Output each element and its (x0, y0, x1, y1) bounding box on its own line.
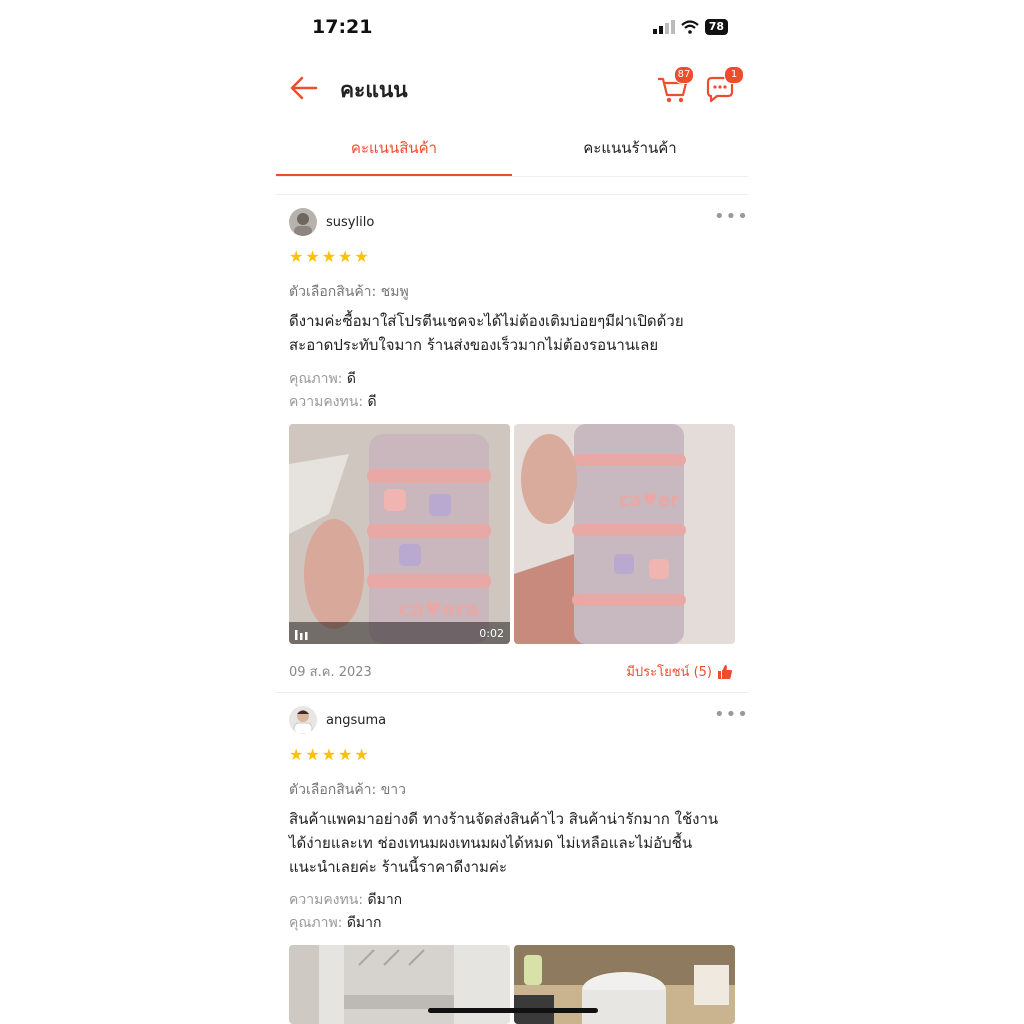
review-attribute: คุณภาพ: ดี (289, 368, 356, 390)
review-text-line: สะอาดประทับใจมาก ร้านส่งของเร็วมากไม่ต้อ… (289, 336, 659, 354)
review-date: 09 ส.ค. 2023 (289, 665, 372, 680)
status-time: 17:21 (312, 16, 373, 38)
video-icon (295, 630, 308, 640)
product-variant: ตัวเลือกสินค้า: ขาว (289, 782, 407, 798)
avatar[interactable] (289, 706, 317, 734)
page-title: คะแนน (340, 78, 408, 102)
review-text: ดีงามค่ะซื้อมาใส่โปรตีนเชคจะได้ไม่ต้องเต… (289, 309, 737, 357)
more-options-button[interactable]: ••• (714, 706, 748, 724)
star-rating: ★ ★ ★ ★ ★ (289, 747, 369, 763)
review-text: สินค้าแพคมาอย่างดี ทางร้านจัดส่งสินค้าไว… (289, 807, 737, 879)
attribute-label: คุณภาพ: (289, 915, 343, 931)
phone-screen: 17:21 78 คะแนน 87 1 คะแนนสินค้า คะแนนร้า… (276, 0, 748, 1024)
star-icon: ★ (289, 745, 304, 764)
review-attribute: ความคงทน: ดี (289, 391, 377, 413)
arrow-left-icon (290, 76, 318, 100)
review-text-line: ได้ง่ายและเท ช่องเทนมผงเทนมผงได้หมด ไม่เ… (289, 834, 693, 852)
cart-count-badge: 87 (674, 66, 694, 84)
status-bar: 17:21 78 (276, 0, 748, 56)
attribute-label: ความคงทน: (289, 394, 364, 410)
star-icon: ★ (354, 247, 369, 266)
tab-shop-rating[interactable]: คะแนนร้านค้า (512, 128, 748, 174)
review-text-line: สินค้าแพคมาอย่างดี ทางร้านจัดส่งสินค้าไว… (289, 810, 719, 828)
cart-button[interactable]: 87 (656, 66, 694, 106)
avatar-image (289, 208, 317, 236)
review-photo-thumbnail[interactable]: ca♥er (514, 424, 735, 644)
review-photo-image: ca♥er (514, 424, 735, 644)
video-overlay-bar (289, 622, 510, 644)
tab-product-rating[interactable]: คะแนนสินค้า (276, 128, 512, 176)
chat-button[interactable]: 1 (704, 66, 744, 106)
star-icon: ★ (338, 247, 353, 266)
review-text-line: แนะนำเลยค่ะ ร้านนี้ราคาดีงามค่ะ (289, 858, 508, 876)
divider (276, 194, 748, 195)
star-icon: ★ (354, 745, 369, 764)
divider (276, 692, 748, 693)
attribute-value: ดี (367, 394, 377, 410)
attribute-label: คุณภาพ: (289, 371, 343, 387)
star-icon: ★ (305, 745, 320, 764)
video-thumbnail-image: ca♥era (289, 424, 510, 644)
cellular-signal-icon (652, 20, 675, 34)
wifi-icon (680, 20, 699, 34)
attribute-value: ดีมาก (367, 892, 403, 908)
home-indicator (428, 1008, 598, 1013)
review-tabs: คะแนนสินค้า คะแนนร้านค้า (276, 128, 748, 177)
review-video-thumbnail[interactable]: ca♥era 0:02 (289, 424, 510, 644)
avatar[interactable] (289, 208, 317, 236)
status-icons: 78 (652, 19, 728, 35)
thumbs-up-icon (718, 664, 732, 679)
star-rating: ★ ★ ★ ★ ★ (289, 249, 369, 265)
avatar-image (289, 706, 317, 734)
chat-count-badge: 1 (724, 66, 744, 84)
back-button[interactable] (288, 72, 320, 104)
star-icon: ★ (321, 745, 337, 764)
reviewer-username[interactable]: susylilo (326, 215, 374, 230)
product-variant: ตัวเลือกสินค้า: ชมพู (289, 284, 409, 300)
battery-indicator: 78 (704, 19, 728, 35)
more-options-button[interactable]: ••• (714, 208, 748, 226)
attribute-value: ดีมาก (346, 915, 382, 931)
helpful-label: มีประโยชน์ (5) (626, 665, 712, 680)
video-duration: 0:02 (479, 627, 504, 640)
svg-text:ca♥er: ca♥er (619, 490, 679, 511)
helpful-button[interactable]: มีประโยชน์ (5) (626, 661, 732, 682)
review-attribute: คุณภาพ: ดีมาก (289, 912, 382, 934)
attribute-label: ความคงทน: (289, 892, 364, 908)
svg-text:ca♥era: ca♥era (399, 597, 479, 621)
app-header: คะแนน 87 1 (276, 60, 748, 116)
star-icon: ★ (338, 745, 353, 764)
attribute-value: ดี (346, 371, 356, 387)
review-attribute: ความคงทน: ดีมาก (289, 889, 402, 911)
reviewer-username[interactable]: angsuma (326, 713, 386, 728)
star-icon: ★ (305, 247, 320, 266)
star-icon: ★ (321, 247, 337, 266)
review-text-line: ดีงามค่ะซื้อมาใส่โปรตีนเชคจะได้ไม่ต้องเต… (289, 312, 684, 330)
star-icon: ★ (289, 247, 304, 266)
